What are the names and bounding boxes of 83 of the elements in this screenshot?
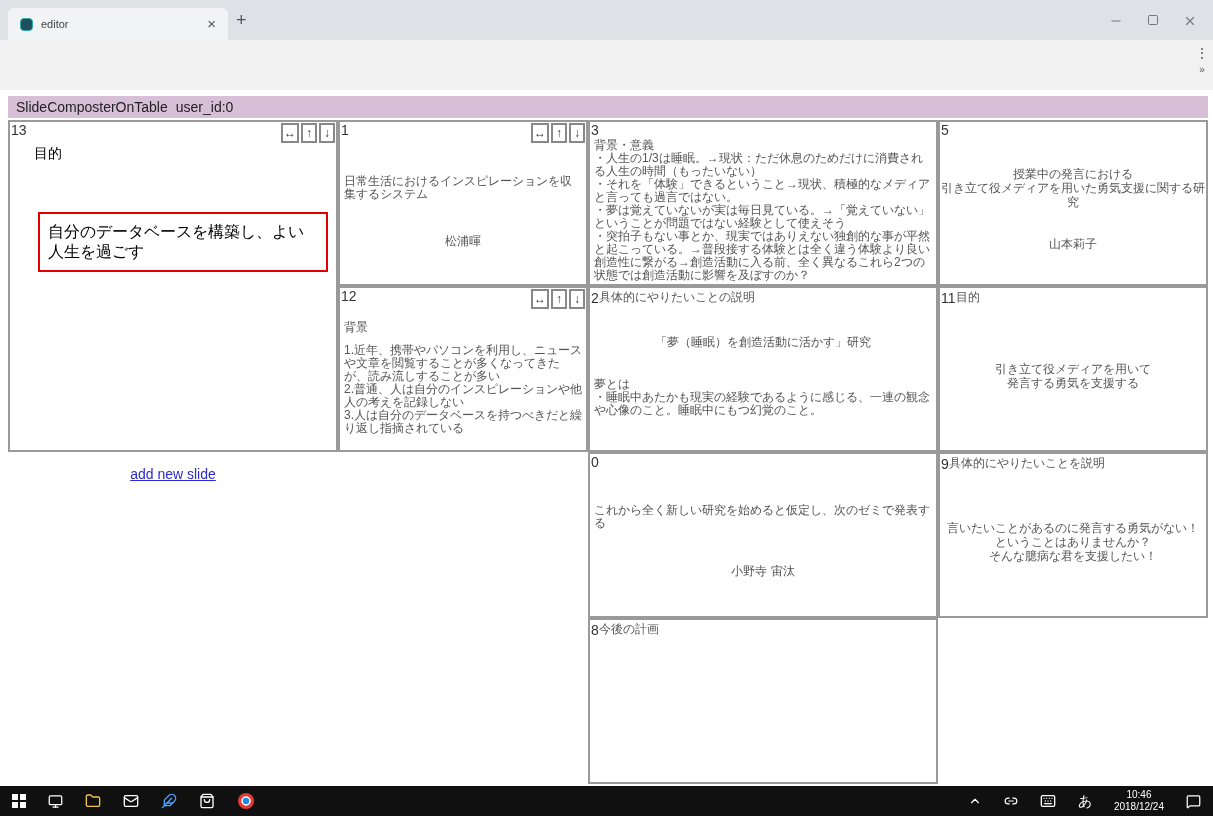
slide-heading: 背景 xyxy=(343,319,369,334)
slide-title: 目的 xyxy=(955,289,980,306)
slide-card[interactable]: 2具体的にやりたいことの説明 「夢（睡眠）を創造活動に活かす」研究 夢とは ・睡眠中あたかも現実の経験であるように感じる、一連の観念や心像のこと。睡眠中にもつ幻覚のこと。 xyxy=(588,286,938,452)
slide-number: 3 xyxy=(590,122,599,138)
ime-indicator[interactable]: あ xyxy=(1077,790,1092,812)
slide-card[interactable]: 1 ↔ ↑ ↓ 日常生活におけるインスピレーションを収集するシステム 松浦暉 xyxy=(338,120,588,286)
slide-card[interactable]: 12 ↔ ↑ ↓ 背景 1.近年、携帯やパソコンを利用し、ニュースや文章を閲覧することが多くなってきたが、読み流しすることが多い 2.普通、人は自分のインスピレーションや他人の考えを記録しない 3.人は自分のデータベースを持つべきだと繰り返し指摘されている xyxy=(338,286,588,452)
slide-text: 2.普通、人は自分のインスピレーションや他人の考えを記録しない xyxy=(344,383,582,410)
browser-icon[interactable] xyxy=(237,792,255,810)
slide-text: 引き立て役メディアを用いて xyxy=(995,362,1151,376)
slide-control-button[interactable]: ↑ xyxy=(551,289,567,309)
slide-control-button[interactable]: ↔ xyxy=(531,289,549,309)
keyboard-icon[interactable] xyxy=(1039,793,1056,809)
task-view-icon[interactable] xyxy=(48,793,63,809)
clock-date: 2018/12/24 xyxy=(1113,801,1164,813)
tab-close-button[interactable]: × xyxy=(207,12,216,36)
slide-text: 夢とは xyxy=(594,378,630,391)
slide-text: 山本莉子 xyxy=(1049,237,1097,252)
slide-text: 3.人は自分のデータベースを持つべきだと繰り返し指摘されている xyxy=(344,409,582,436)
windows-logo-icon[interactable] xyxy=(12,794,26,808)
user-id: user_id:0 xyxy=(175,97,234,117)
slide-card[interactable]: 5 授業中の発言における 引き立て役メディアを用いた勇気支援に関する研究 山本莉子 xyxy=(938,120,1208,286)
slide-text: 授業中の発言における xyxy=(1013,166,1133,181)
slide-text: ・それを「体験」できるということ→現状、積極的なメディアと言っても過言ではない。 xyxy=(594,178,931,204)
slide-text: ということはありませんか？ xyxy=(995,535,1151,549)
slide-text: 言いたいことがあるのに発言する勇気がない！ xyxy=(947,521,1199,535)
app-name: SlideComposterOnTable xyxy=(16,97,168,117)
slide-number: 9 xyxy=(940,456,949,472)
slide-control-button[interactable]: ↓ xyxy=(319,123,335,143)
slide-card[interactable]: 11目的 引き立て役メディアを用いて 発言する勇気を支援する xyxy=(938,286,1208,452)
slide-control-button[interactable]: ↑ xyxy=(551,123,567,143)
tab-title: editor xyxy=(41,16,70,32)
slide-text: 小野寺 宙汰 xyxy=(731,564,795,578)
slide-card[interactable]: 0 これから全く新しい研究を始めると仮定し、次のゼミで発表する 小野寺 宙汰 xyxy=(588,452,938,618)
maximize-icon[interactable] xyxy=(1147,14,1159,26)
slide-text: 発言する勇気を支援する xyxy=(1007,376,1139,390)
folder-icon[interactable] xyxy=(85,793,101,809)
slide-number: 1 xyxy=(340,122,349,138)
slide-text: 松浦暉 xyxy=(445,233,481,248)
slide-number: 12 xyxy=(340,288,357,304)
slide-number: 2 xyxy=(590,290,599,306)
slide-text: これから全く新しい研究を始めると仮定し、次のゼミで発表する xyxy=(594,504,931,530)
slide-text: ・突拍子もない事とか、現実ではありえない独創的な事が平然と起こっている。→普段接する体験とは全く違う体験より良い創造性に繋がる→創造活動に入る前、全く異なるこれら2つの状態では創造活動に影響を及ぼすのか？ xyxy=(594,230,931,282)
add-slide-link[interactable]: add new slide xyxy=(130,464,216,485)
slide-text: ・夢は覚えていないが実は毎日見ている。→「覚えていない」ということが問題ではない経験として使えそう xyxy=(594,204,931,230)
slide-text: 「夢（睡眠）を創造活動に活かす」研究 xyxy=(655,335,871,349)
text-box[interactable]: 自分のデータベースを構築し、よい人生を過ごす xyxy=(38,212,328,272)
notification-icon[interactable] xyxy=(1186,793,1201,809)
clock-time: 10:46 xyxy=(1126,789,1152,801)
slide-card[interactable]: 8今後の計画 xyxy=(588,618,938,784)
slide-number: 0 xyxy=(590,454,599,470)
slide-control-button[interactable]: ↔ xyxy=(281,123,299,143)
slide-number: 5 xyxy=(940,122,949,138)
slide-title: 具体的にやりたいことの説明 xyxy=(598,289,755,306)
app-icon xyxy=(20,17,33,31)
slide-text: ・人生の1/3は睡眠。→現状：ただ休息のためだけに消費される人生の時間（もったいない） xyxy=(594,152,924,178)
new-tab-button[interactable]: + xyxy=(236,7,247,34)
slide-title: 具体的にやりたいことを説明 xyxy=(948,455,1105,472)
close-icon[interactable] xyxy=(1183,14,1197,28)
slide-heading: 目的 xyxy=(33,144,63,163)
slide-text: 引き立て役メディアを用いた勇気支援に関する研究 xyxy=(940,180,1206,209)
slide-text: ・睡眠中あたかも現実の経験であるように感じる、一連の観念や心像のこと。睡眠中にもつ幻覚のこと。 xyxy=(594,391,931,417)
more-button[interactable]: » xyxy=(1199,62,1205,77)
slide-number: 11 xyxy=(940,290,956,306)
slide-number: 8 xyxy=(590,622,599,638)
menu-button[interactable]: ⋮ xyxy=(1195,44,1209,62)
slide-card[interactable]: 13 ↔ ↑ ↓ 目的 自分のデータベースを構築し、よい人生を過ごす xyxy=(8,120,338,452)
browser-tab[interactable]: editor × xyxy=(8,8,228,40)
slide-control-button[interactable]: ↓ xyxy=(569,289,585,309)
slide-title: 今後の計画 xyxy=(598,621,659,638)
slide-card[interactable] xyxy=(588,120,938,286)
slide-text: そんな臆病な君を支援したい！ xyxy=(989,549,1157,563)
slide-number: 13 xyxy=(10,122,27,138)
feather-icon[interactable] xyxy=(161,793,177,809)
slide-heading: 背景・意義 xyxy=(593,138,655,152)
slide-control-button[interactable]: ↓ xyxy=(569,123,585,143)
slide-control-button[interactable]: ↔ xyxy=(531,123,549,143)
slide-text: 日常生活におけるインスピレーションを収集するシステム xyxy=(344,175,573,202)
slide-card[interactable]: 9具体的にやりたいことを説明 言いたいことがあるのに発言する勇気がない！ ということはありませんか？ そんな臆病な君を支援したい！ xyxy=(938,452,1208,618)
shopping-bag-icon[interactable] xyxy=(199,793,215,809)
slide-control-button[interactable]: ↑ xyxy=(301,123,317,143)
mail-icon[interactable] xyxy=(123,793,139,809)
slide-text: 1.近年、携帯やパソコンを利用し、ニュースや文章を閲覧することが多くなってきたが、読み流しすることが多い xyxy=(344,344,582,384)
